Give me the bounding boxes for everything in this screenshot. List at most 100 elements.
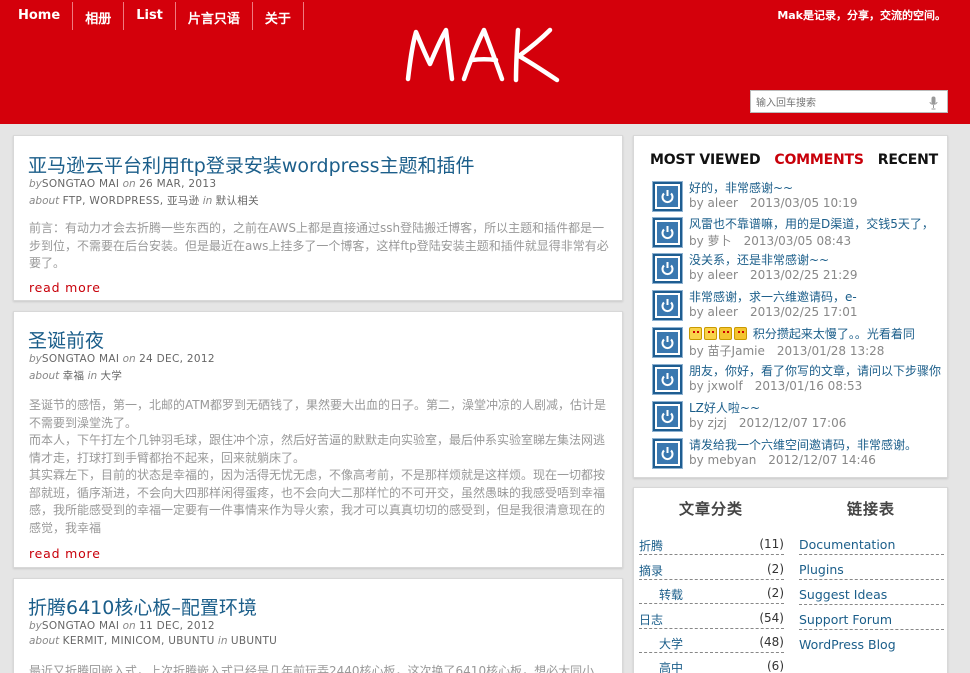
comment-author: 苗子Jamie: [707, 344, 765, 358]
divider: [639, 652, 784, 653]
comment-text[interactable]: LZ好人啦~~: [689, 399, 952, 416]
nav-notes[interactable]: 片言只语: [176, 2, 253, 30]
comment-date: 2013/01/16 08:53: [754, 379, 863, 393]
avatar: [652, 217, 683, 248]
divider: [639, 628, 784, 629]
comment-item: 请发给我一个六维空间邀请码，非常感谢。 by mebyan 2012/12/07 …: [652, 436, 952, 470]
category-item[interactable]: 折腾 (11): [639, 537, 784, 554]
nav-home[interactable]: Home: [5, 2, 74, 30]
comment-author: zjzj: [707, 416, 727, 430]
search-box: [750, 90, 948, 114]
divider: [799, 629, 944, 630]
nav-list[interactable]: List: [124, 2, 176, 30]
post-title[interactable]: 圣诞前夜: [28, 326, 104, 353]
category-item[interactable]: 高中 (6): [659, 659, 784, 673]
comment-author: jxwolf: [707, 379, 743, 393]
comment-author: aleer: [707, 305, 738, 319]
comment-text[interactable]: 非常感谢，求一六维邀请码，e-: [689, 288, 952, 305]
comment-date: 2013/03/05 10:19: [749, 196, 858, 210]
post-category[interactable]: 默认相关: [216, 195, 259, 207]
comment-meta: by 萝卜 2013/03/05 08:43: [689, 234, 852, 248]
blogroll-link[interactable]: Documentation: [799, 537, 895, 552]
post-excerpt: 前言：有动力才会去折腾一些东西的，之前在AWS上都是直接通过ssh登陆搬迁博客，…: [29, 221, 609, 270]
comment-text[interactable]: 没关系，还是非常感谢~~: [689, 251, 952, 268]
site-tagline: Mak是记录，分享，交流的空间。: [777, 9, 946, 22]
blogroll-link[interactable]: Suggest Ideas: [799, 587, 887, 602]
post-tags: about 幸福 in 大学: [29, 370, 123, 382]
power-icon: [661, 226, 674, 239]
post-author[interactable]: SONGTAO MAI: [42, 620, 119, 632]
power-icon: [661, 336, 674, 349]
category-item[interactable]: 日志 (54): [639, 611, 784, 628]
comment-item: 朋友，你好，看了你写的文章，请问以下步骤你 by jxwolf 2013/01/1…: [652, 362, 952, 396]
blogroll-link[interactable]: Plugins: [799, 562, 844, 577]
power-icon: [661, 262, 674, 275]
post-tag-links[interactable]: 幸福: [63, 370, 85, 382]
post-card: 亚马逊云平台利用ftp登录安装wordpress主题和插件 bySONGTAO …: [13, 135, 623, 301]
read-more-link[interactable]: read more: [29, 280, 101, 295]
comment-text[interactable]: 积分攒起来太慢了。。光看着同: [689, 325, 952, 342]
avatar: [652, 181, 683, 212]
microphone-icon[interactable]: [929, 95, 938, 114]
post-title[interactable]: 折腾6410核心板–配置环境: [28, 593, 257, 620]
tab-most-viewed[interactable]: MOST VIEWED: [650, 152, 761, 168]
comment-meta: by 苗子Jamie 2013/01/28 13:28: [689, 344, 885, 358]
post-tags: about FTP, WORDPRESS, 亚马逊 in 默认相关: [29, 195, 259, 207]
comment-date: 2013/01/28 13:28: [776, 344, 885, 358]
post-excerpt: 最近又折腾回嵌入式，上次折腾嵌入式已经是几年前玩弄2440核心板，这次换了641…: [29, 664, 595, 673]
post-tag-links[interactable]: FTP, WORDPRESS, 亚马逊: [63, 195, 200, 207]
read-more-link[interactable]: read more: [29, 546, 101, 561]
post-tag-links[interactable]: KERMIT, MINICOM, UBUNTU: [63, 635, 215, 647]
blogroll-link[interactable]: WordPress Blog: [799, 637, 896, 652]
comment-date: 2013/02/25 17:01: [749, 305, 858, 319]
emoji-shy-icon: [734, 327, 747, 340]
emoji-love-icon: [689, 327, 702, 340]
comment-text[interactable]: 朋友，你好，看了你写的文章，请问以下步骤你: [689, 362, 952, 379]
avatar: [652, 438, 683, 469]
post-category[interactable]: 大学: [101, 370, 123, 382]
comment-date: 2012/12/07 14:46: [768, 453, 876, 467]
site-logo[interactable]: [402, 24, 572, 90]
blogroll-link[interactable]: Support Forum: [799, 612, 892, 627]
nav-about[interactable]: 关于: [253, 2, 304, 30]
comment-date: 2013/02/25 21:29: [749, 268, 858, 282]
power-icon: [661, 410, 674, 423]
post-title[interactable]: 亚马逊云平台利用ftp登录安装wordpress主题和插件: [28, 151, 475, 178]
category-item[interactable]: 转载 (2): [659, 586, 784, 603]
category-item[interactable]: 摘录 (2): [639, 562, 784, 579]
avatar: [652, 401, 683, 432]
post-author[interactable]: SONGTAO MAI: [42, 178, 119, 190]
post-meta: bySONGTAO MAI on 26 MAR, 2013: [29, 178, 217, 190]
comment-text[interactable]: 请发给我一个六维空间邀请码，非常感谢。: [689, 436, 952, 453]
tab-recent[interactable]: RECENT: [878, 152, 938, 168]
post-tags: about KERMIT, MINICOM, UBUNTU in UBUNTU: [29, 635, 278, 647]
post-excerpt: 圣诞节的感悟，第一，北邮的ATM都罗到无硒钱了，果然要大出血的日子。第二，澡堂冲…: [29, 398, 606, 535]
category-item[interactable]: 大学 (48): [659, 635, 784, 652]
comment-item: 风雷也不靠谱嘛，用的是D渠道，交钱5天了， by 萝卜 2013/03/05 08…: [652, 215, 952, 249]
comment-meta: by aleer 2013/03/05 10:19: [689, 196, 858, 210]
post-meta: bySONGTAO MAI on 11 DEC, 2012: [29, 620, 215, 632]
divider: [799, 554, 944, 555]
divider: [639, 579, 784, 580]
comment-meta: by jxwolf 2013/01/16 08:53: [689, 379, 863, 393]
comment-author: mebyan: [707, 453, 757, 467]
comment-meta: by zjzj 2012/12/07 17:06: [689, 416, 847, 430]
divider: [799, 604, 944, 605]
divider: [639, 554, 784, 555]
links-heading: 链接表: [847, 500, 896, 518]
tab-comments[interactable]: COMMENTS: [774, 152, 864, 168]
comment-text[interactable]: 风雷也不靠谱嘛，用的是D渠道，交钱5天了，: [689, 215, 952, 232]
divider: [799, 579, 944, 580]
power-icon: [661, 447, 674, 460]
tabbed-widget: MOST VIEWED COMMENTS RECENT 好的，非常感谢~~ by…: [633, 135, 948, 478]
search-input[interactable]: [751, 93, 921, 114]
post-category[interactable]: UBUNTU: [231, 635, 277, 647]
comment-author: aleer: [707, 268, 738, 282]
avatar: [652, 253, 683, 284]
avatar: [652, 327, 683, 358]
nav-album[interactable]: 相册: [73, 2, 125, 30]
post-author[interactable]: SONGTAO MAI: [42, 353, 119, 365]
comment-text[interactable]: 好的，非常感谢~~: [689, 179, 952, 196]
power-icon: [661, 373, 674, 386]
comment-meta: by aleer 2013/02/25 21:29: [689, 268, 858, 282]
